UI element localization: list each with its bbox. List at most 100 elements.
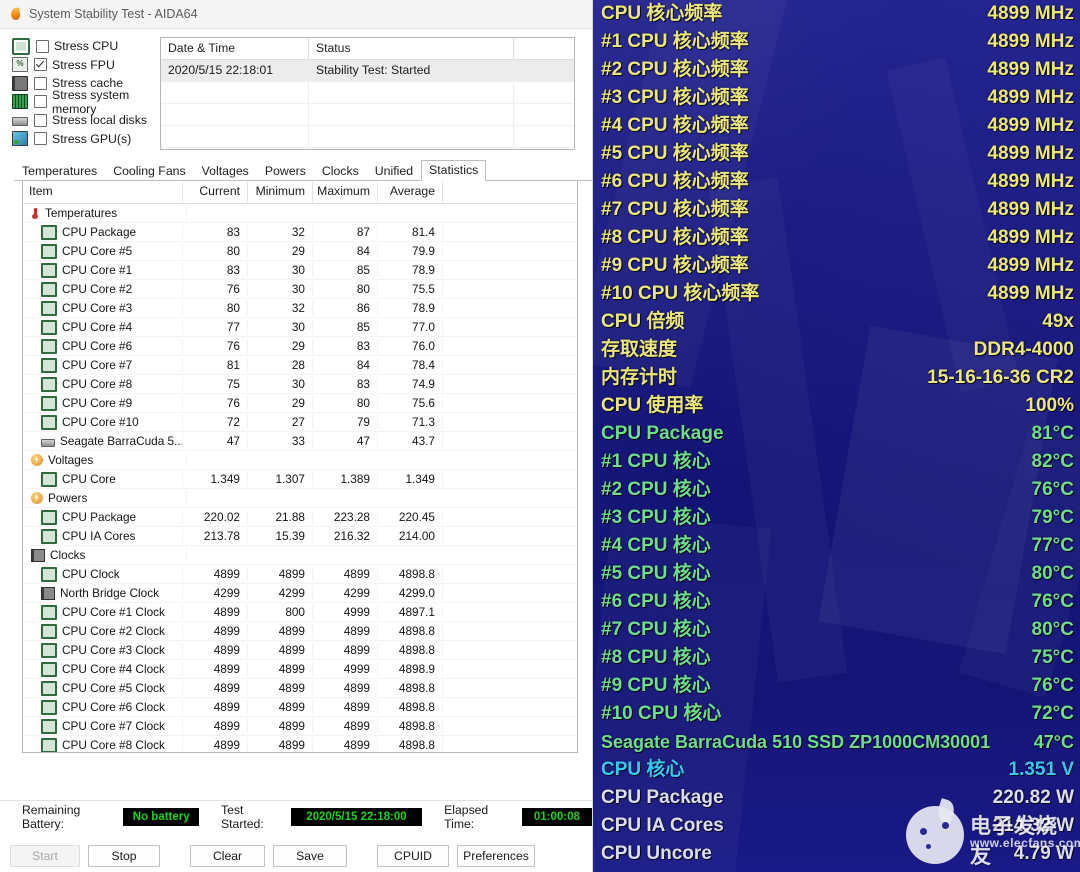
osd-row-label: #9 CPU 核心 — [601, 675, 711, 696]
statistics-group-row[interactable]: Powers — [23, 489, 577, 508]
cell-item-label: CPU Package — [62, 225, 137, 239]
cell-item-label: CPU Core #3 — [62, 301, 133, 315]
statistics-group-row[interactable]: Clocks — [23, 546, 577, 565]
statistics-data-row[interactable]: CPU Core #1 83 30 85 78.9 — [23, 261, 577, 280]
log-header-datetime[interactable]: Date & Time — [161, 38, 309, 59]
statistics-data-row[interactable]: CPU Core #6 Clock 4899 4899 4899 4898.8 — [23, 698, 577, 717]
statistics-data-row[interactable]: CPU Core #9 76 29 80 75.6 — [23, 394, 577, 413]
cell-item-label: CPU Core #1 — [62, 263, 133, 277]
osd-row-value: 47°C — [1033, 732, 1074, 752]
window-body: Stress CPU% Stress FPU Stress cache Stress … — [0, 29, 592, 872]
stress-option-row[interactable]: Stress local disks — [12, 111, 160, 130]
tab-statistics[interactable]: Statistics — [421, 160, 487, 181]
cell-maximum: 216.32 — [313, 529, 378, 543]
tab-voltages[interactable]: Voltages — [194, 161, 257, 181]
statistics-data-row[interactable]: CPU Core #8 Clock 4899 4899 4899 4898.8 — [23, 736, 577, 752]
statistics-data-row[interactable]: CPU Core #1 Clock 4899 800 4999 4897.1 — [23, 603, 577, 622]
statistics-group-row[interactable]: Voltages — [23, 451, 577, 470]
statistics-group-row[interactable]: Temperatures — [23, 204, 577, 223]
tab-temperatures[interactable]: Temperatures — [14, 161, 105, 181]
tab-powers[interactable]: Powers — [257, 161, 314, 181]
chip-icon — [41, 414, 57, 430]
cell-minimum: 30 — [248, 377, 313, 391]
cell-minimum: 4899 — [248, 567, 313, 581]
test-started-label: Test Started: — [221, 803, 264, 831]
cell-maximum: 85 — [313, 320, 378, 334]
cell-minimum: 30 — [248, 282, 313, 296]
stress-option-row[interactable]: % Stress FPU — [12, 56, 160, 75]
stress-option-checkbox[interactable] — [34, 113, 47, 127]
statistics-data-row[interactable]: CPU Package 83 32 87 81.4 — [23, 223, 577, 242]
stress-option-label: Stress CPU — [54, 39, 119, 54]
osd-row: #10 CPU 核心 72°C — [593, 700, 1080, 728]
cell-maximum: 4899 — [313, 700, 378, 714]
column-header-average[interactable]: Average — [378, 181, 443, 203]
cell-current: 220.02 — [183, 510, 248, 524]
statistics-data-row[interactable]: CPU Core #5 Clock 4899 4899 4899 4898.8 — [23, 679, 577, 698]
statistics-data-row[interactable]: CPU IA Cores 213.78 15.39 216.32 214.00 — [23, 527, 577, 546]
column-header-maximum[interactable]: Maximum — [313, 181, 378, 203]
start-button[interactable]: Start — [10, 845, 80, 867]
stress-option-checkbox[interactable] — [36, 39, 49, 53]
statistics-data-row[interactable]: CPU Core 1.349 1.307 1.389 1.349 — [23, 470, 577, 489]
cell-item-label: Seagate BarraCuda 5... — [60, 434, 183, 448]
cpuid-button[interactable]: CPUID — [377, 845, 449, 867]
stress-option-row[interactable]: Stress CPU — [12, 37, 160, 56]
column-header-current[interactable]: Current — [183, 181, 248, 203]
stress-option-checkbox[interactable] — [34, 95, 47, 109]
elapsed-time-value: 01:00:08 — [521, 808, 592, 826]
chip-icon — [41, 471, 57, 487]
clear-button[interactable]: Clear — [190, 845, 265, 867]
statistics-data-row[interactable]: CPU Core #8 75 30 83 74.9 — [23, 375, 577, 394]
statistics-data-row[interactable]: CPU Core #5 80 29 84 79.9 — [23, 242, 577, 261]
tab-cooling-fans[interactable]: Cooling Fans — [105, 161, 193, 181]
log-header-extra[interactable] — [514, 38, 574, 59]
cell-current: 4299 — [183, 586, 248, 600]
log-row[interactable]: 2020/5/15 22:18:01 Stability Test: Start… — [161, 60, 574, 82]
log-row[interactable] — [161, 148, 574, 149]
statistics-data-row[interactable]: Seagate BarraCuda 5... 47 33 47 43.7 — [23, 432, 577, 451]
statistics-data-row[interactable]: North Bridge Clock 4299 4299 4299 4299.0 — [23, 584, 577, 603]
stop-button[interactable]: Stop — [88, 845, 160, 867]
stress-option-checkbox[interactable] — [34, 132, 47, 146]
tab-clocks[interactable]: Clocks — [314, 161, 367, 181]
cell-current: 76 — [183, 282, 248, 296]
statistics-data-row[interactable]: CPU Core #3 Clock 4899 4899 4899 4898.8 — [23, 641, 577, 660]
osd-row-label: #6 CPU 核心频率 — [601, 171, 749, 192]
log-row[interactable] — [161, 104, 574, 126]
cell-item: CPU IA Cores — [23, 528, 183, 544]
statistics-data-row[interactable]: CPU Core #6 76 29 83 76.0 — [23, 337, 577, 356]
cell-maximum: 4999 — [313, 662, 378, 676]
statistics-data-row[interactable]: CPU Core #4 77 30 85 77.0 — [23, 318, 577, 337]
osd-row-value: 76°C — [1031, 479, 1074, 500]
stress-option-row[interactable]: Stress system memory — [12, 88, 160, 116]
stress-option-row[interactable]: Stress GPU(s) — [12, 130, 160, 149]
cell-average: 1.349 — [378, 472, 443, 486]
cell-maximum: 86 — [313, 301, 378, 315]
cell-minimum: 4899 — [248, 738, 313, 752]
save-button[interactable]: Save — [273, 845, 347, 867]
osd-row-value: 4899 MHz — [987, 143, 1074, 164]
statistics-data-row[interactable]: CPU Core #7 81 28 84 78.4 — [23, 356, 577, 375]
log-row[interactable] — [161, 82, 574, 104]
log-header-status[interactable]: Status — [309, 38, 514, 59]
statistics-data-row[interactable]: CPU Core #7 Clock 4899 4899 4899 4898.8 — [23, 717, 577, 736]
statistics-data-row[interactable]: CPU Core #10 72 27 79 71.3 — [23, 413, 577, 432]
column-header-minimum[interactable]: Minimum — [248, 181, 313, 203]
log-row[interactable] — [161, 126, 574, 148]
cell-item: CPU Core #6 Clock — [23, 699, 183, 715]
tab-unified[interactable]: Unified — [367, 161, 421, 181]
statistics-data-row[interactable]: CPU Package 220.02 21.88 223.28 220.45 — [23, 508, 577, 527]
statistics-data-row[interactable]: CPU Core #4 Clock 4899 4899 4999 4898.9 — [23, 660, 577, 679]
stress-option-checkbox[interactable] — [34, 58, 47, 72]
statistics-data-row[interactable]: CPU Clock 4899 4899 4899 4898.8 — [23, 565, 577, 584]
stress-option-checkbox[interactable] — [34, 76, 47, 90]
statistics-data-row[interactable]: CPU Core #2 Clock 4899 4899 4899 4898.8 — [23, 622, 577, 641]
cell-current: 80 — [183, 301, 248, 315]
statistics-data-row[interactable]: CPU Core #3 80 32 86 78.9 — [23, 299, 577, 318]
column-header-item[interactable]: Item — [23, 181, 183, 203]
preferences-button[interactable]: Preferences — [457, 845, 535, 867]
statistics-data-row[interactable]: CPU Core #2 76 30 80 75.5 — [23, 280, 577, 299]
osd-row-value: 80°C — [1031, 619, 1074, 640]
chip-icon — [41, 699, 57, 715]
